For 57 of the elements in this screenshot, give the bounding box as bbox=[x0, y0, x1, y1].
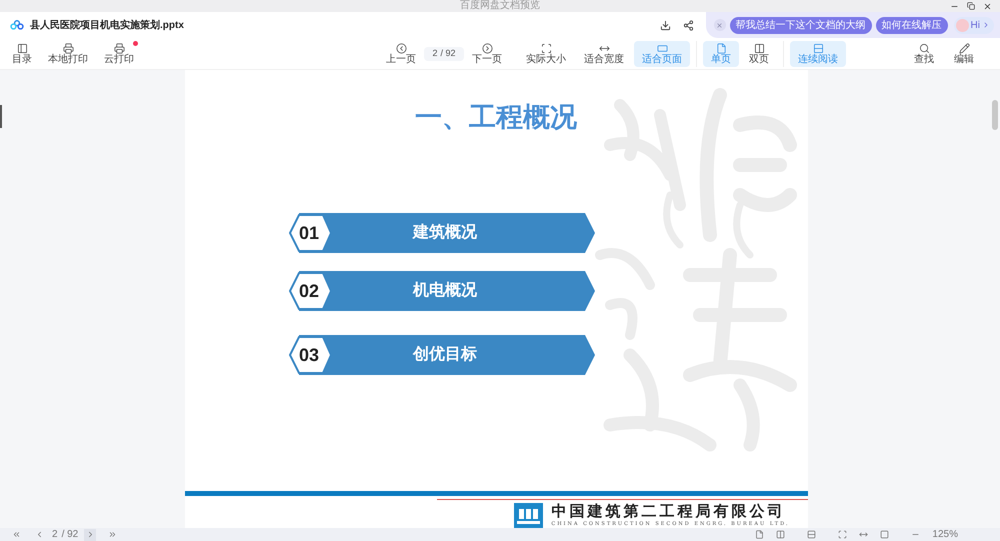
stacked-pages-icon[interactable] bbox=[807, 530, 816, 539]
double-page-icon[interactable] bbox=[776, 530, 786, 539]
previous-page-button[interactable]: 上一页 bbox=[382, 42, 420, 64]
printer-icon bbox=[114, 42, 124, 54]
section-number: 02 bbox=[298, 280, 320, 302]
section-label[interactable]: 创优目标 bbox=[413, 343, 477, 367]
toolbar-button[interactable]: 目录 bbox=[4, 40, 40, 66]
toolbar-button[interactable]: 查找 bbox=[906, 40, 942, 66]
double-page-icon bbox=[754, 42, 764, 54]
current-page: 2 bbox=[52, 528, 58, 540]
slide-title: 一、工程概况 bbox=[415, 101, 577, 134]
pencil-icon bbox=[958, 42, 970, 54]
suggestion-chip[interactable]: 帮我总结一下这个文档的大纲 bbox=[730, 16, 872, 34]
next-page-button[interactable]: 下一页 bbox=[468, 42, 506, 64]
section-number: 03 bbox=[298, 344, 320, 366]
first-page-icon[interactable] bbox=[12, 530, 21, 539]
printer-icon bbox=[62, 42, 74, 54]
single-page-icon bbox=[716, 42, 726, 54]
download-icon[interactable] bbox=[660, 20, 671, 30]
zoom-level: 125% bbox=[932, 528, 958, 540]
suggestion-chip[interactable]: 如何在线解压 bbox=[876, 16, 948, 34]
toolbar-button[interactable]: 适合宽度 bbox=[576, 40, 632, 66]
close-icon bbox=[716, 22, 724, 28]
toolbar-button[interactable]: 编辑 bbox=[946, 40, 982, 66]
share-icon[interactable] bbox=[682, 20, 694, 30]
page-total: / 92 bbox=[62, 528, 78, 540]
section-label[interactable]: 建筑概况 bbox=[413, 221, 477, 245]
side-handle[interactable] bbox=[0, 105, 2, 128]
close-icon[interactable] bbox=[983, 2, 992, 10]
page-frame-icon bbox=[656, 42, 668, 54]
scrollbar-thumb[interactable] bbox=[992, 100, 998, 130]
frame-icon[interactable] bbox=[838, 530, 848, 539]
dismiss-button[interactable] bbox=[714, 19, 726, 31]
section-label[interactable]: 机电概况 bbox=[413, 279, 477, 303]
restore-icon[interactable] bbox=[967, 2, 975, 10]
toolbar-button[interactable]: 本地打印 bbox=[40, 40, 96, 66]
toolbar-button[interactable]: 实际大小 bbox=[518, 40, 574, 66]
avatar-icon bbox=[956, 18, 969, 32]
assistant-button[interactable]: Hi bbox=[954, 16, 994, 34]
frame-icon bbox=[540, 42, 552, 54]
cloud-logo-icon bbox=[10, 20, 24, 30]
company-name: 中国建筑第二工程局有限公司 bbox=[551, 504, 786, 520]
toolbar-button[interactable]: 双页 bbox=[741, 40, 777, 66]
toolbar-button[interactable]: 云打印 bbox=[96, 40, 142, 66]
search-icon bbox=[918, 42, 930, 54]
width-arrows-icon[interactable] bbox=[859, 530, 868, 539]
page-input[interactable]: 2 / 92 bbox=[424, 46, 464, 60]
section-number: 01 bbox=[298, 222, 320, 244]
last-page-icon[interactable] bbox=[108, 530, 118, 539]
file-name: 县人民医院项目机电实施策划.pptx bbox=[30, 18, 184, 32]
sidebar-icon bbox=[16, 42, 28, 54]
single-page-icon[interactable] bbox=[755, 530, 764, 539]
page-frame-icon[interactable] bbox=[880, 530, 890, 539]
stacked-pages-icon bbox=[812, 42, 824, 54]
previous-icon[interactable] bbox=[35, 530, 44, 539]
next-button[interactable] bbox=[84, 528, 96, 540]
chevron-right-icon bbox=[982, 21, 990, 29]
